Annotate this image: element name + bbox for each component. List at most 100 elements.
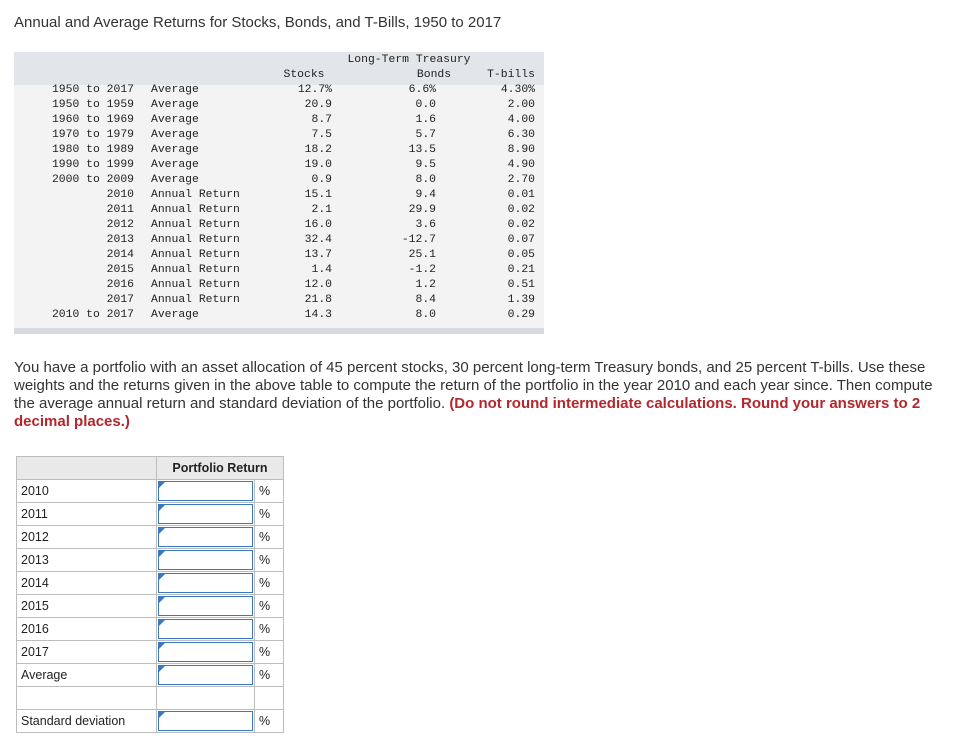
type-cell: Annual Return [151, 189, 240, 201]
tbills-cell: 4.30% [500, 84, 535, 96]
stocks-cell: 7.5 [311, 129, 332, 141]
period-cell: 1950 to 1959 [51, 99, 134, 111]
percent-unit: % [254, 594, 284, 618]
stocks-cell: 32.4 [304, 234, 332, 246]
return-2011-input[interactable] [161, 506, 255, 524]
type-cell: Average [151, 99, 199, 111]
returns-table: Long-Term Treasury Stocks Bonds T-bills … [14, 52, 544, 334]
answer-row: 2015 % [16, 594, 284, 618]
type-cell: Annual Return [151, 219, 240, 231]
table-row: 2014 Annual Return 13.7 25.1 0.05 [14, 248, 544, 263]
row-label: 2015 [16, 594, 157, 618]
period-cell: 1990 to 1999 [51, 159, 134, 171]
answer-row: 2011 % [16, 502, 284, 526]
problem-statement: You have a portfolio with an asset alloc… [14, 359, 949, 431]
table-row: 1990 to 1999 Average 19.0 9.5 4.90 [14, 158, 544, 173]
bonds-cell: 8.4 [415, 294, 436, 306]
row-label: 2012 [16, 525, 157, 549]
answer-row: 2017 % [16, 640, 284, 664]
table-row: 2010 Annual Return 15.1 9.4 0.01 [14, 188, 544, 203]
tbills-cell: 0.02 [507, 204, 535, 216]
row-label: 2014 [16, 571, 157, 595]
bonds-cell: 3.6 [415, 219, 436, 231]
average-return-input[interactable] [161, 667, 255, 685]
table-row: 1970 to 1979 Average 7.5 5.7 6.30 [14, 128, 544, 143]
tbills-cell: 0.07 [507, 234, 535, 246]
percent-unit: % [254, 640, 284, 664]
stocks-cell: 15.1 [304, 189, 332, 201]
stocks-cell: 1.4 [311, 264, 332, 276]
type-cell: Annual Return [151, 204, 240, 216]
table-row: 2010 to 2017 Average 14.3 8.0 0.29 [14, 308, 544, 323]
bonds-cell: 1.2 [415, 279, 436, 291]
stocks-cell: 13.7 [304, 249, 332, 261]
answer-row: 2013 % [16, 548, 284, 572]
row-label: 2017 [16, 640, 157, 664]
tbills-cell: 1.39 [507, 294, 535, 306]
bonds-cell: 0.0 [415, 99, 436, 111]
period-cell: 2015 [106, 264, 134, 276]
row-label: Average [16, 663, 157, 687]
tbills-cell: 0.29 [507, 309, 535, 321]
table-row: 1950 to 2017 Average 12.7% 6.6% 4.30% [14, 83, 544, 98]
returns-table-footer-bar [14, 328, 544, 334]
bonds-cell: 5.7 [415, 129, 436, 141]
answer-row: 2014 % [16, 571, 284, 595]
table-row: 1960 to 1969 Average 8.7 1.6 4.00 [14, 113, 544, 128]
page-title: Annual and Average Returns for Stocks, B… [14, 14, 502, 31]
bonds-cell: -1.2 [408, 264, 436, 276]
return-2014-input[interactable] [161, 575, 255, 593]
stocks-cell: 21.8 [304, 294, 332, 306]
type-cell: Annual Return [151, 249, 240, 261]
bonds-cell: 25.1 [408, 249, 436, 261]
bonds-cell: 9.5 [415, 159, 436, 171]
tbills-cell: 0.21 [507, 264, 535, 276]
percent-unit: % [254, 525, 284, 549]
table-row: 2012 Annual Return 16.0 3.6 0.02 [14, 218, 544, 233]
header-bonds: Bonds [416, 69, 452, 81]
period-cell: 2010 [106, 189, 134, 201]
bonds-cell: 13.5 [408, 144, 436, 156]
percent-unit: % [254, 617, 284, 641]
stocks-cell: 20.9 [304, 99, 332, 111]
return-2010-input[interactable] [161, 483, 255, 501]
table-row: 2013 Annual Return 32.4 -12.7 0.07 [14, 233, 544, 248]
type-cell: Average [151, 309, 199, 321]
row-label: 2013 [16, 548, 157, 572]
tbills-cell: 2.00 [507, 99, 535, 111]
period-cell: 2017 [106, 294, 134, 306]
stocks-cell: 14.3 [304, 309, 332, 321]
period-cell: 1950 to 2017 [51, 84, 134, 96]
type-cell: Average [151, 114, 199, 126]
bonds-cell: -12.7 [401, 234, 436, 246]
tbills-cell: 4.00 [507, 114, 535, 126]
type-cell: Average [151, 159, 199, 171]
return-2015-input[interactable] [161, 598, 255, 616]
table-row: 2015 Annual Return 1.4 -1.2 0.21 [14, 263, 544, 278]
percent-unit: % [254, 502, 284, 526]
return-2013-input[interactable] [161, 552, 255, 570]
period-cell: 2012 [106, 219, 134, 231]
tbills-cell: 4.90 [507, 159, 535, 171]
type-cell: Annual Return [151, 294, 240, 306]
percent-unit: % [254, 663, 284, 687]
stocks-cell: 0.9 [311, 174, 332, 186]
stocks-cell: 12.0 [304, 279, 332, 291]
header-blank [16, 456, 157, 480]
bonds-cell: 8.0 [415, 174, 436, 186]
table-row: 2000 to 2009 Average 0.9 8.0 2.70 [14, 173, 544, 188]
answer-row: 2010 % [16, 479, 284, 503]
return-2017-input[interactable] [161, 644, 255, 662]
tbills-cell: 0.02 [507, 219, 535, 231]
table-row: 2017 Annual Return 21.8 8.4 1.39 [14, 293, 544, 308]
period-cell: 1960 to 1969 [51, 114, 134, 126]
std-dev-input[interactable] [161, 713, 255, 731]
return-2016-input[interactable] [161, 621, 255, 639]
type-cell: Annual Return [151, 279, 240, 291]
stocks-cell: 8.7 [311, 114, 332, 126]
table-row: 1980 to 1989 Average 18.2 13.5 8.90 [14, 143, 544, 158]
period-cell: 1980 to 1989 [51, 144, 134, 156]
type-cell: Average [151, 129, 199, 141]
return-2012-input[interactable] [161, 529, 255, 547]
table-row: 1950 to 1959 Average 20.9 0.0 2.00 [14, 98, 544, 113]
